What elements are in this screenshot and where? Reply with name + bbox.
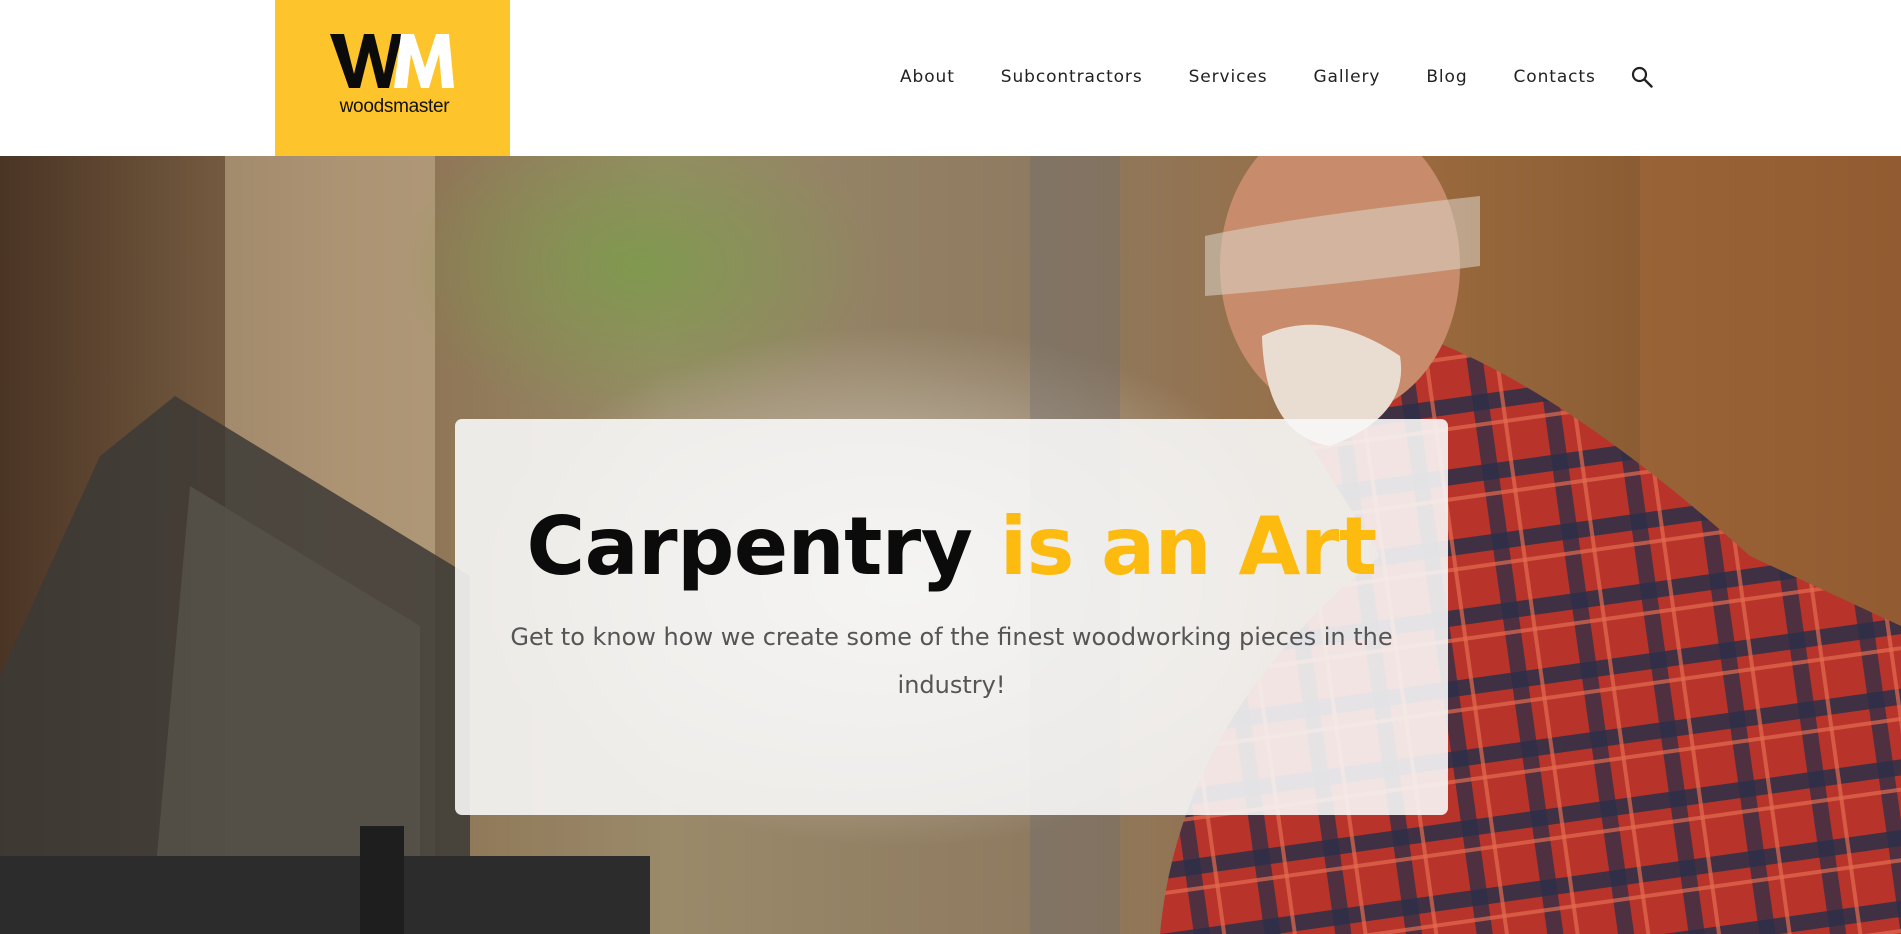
hero-title-main: Carpentry [526, 500, 973, 593]
site-header: woodsmaster About Subcontractors Service… [0, 0, 1901, 156]
nav-item-blog[interactable]: Blog [1426, 67, 1467, 87]
hero-title-accent: is an Art [999, 500, 1377, 593]
hero-card: Carpentry is an Art Get to know how we c… [455, 419, 1448, 815]
wm-monogram-icon [330, 34, 454, 88]
hero-title: Carpentry is an Art [455, 507, 1448, 587]
search-icon[interactable] [1630, 65, 1654, 89]
hero-subtitle: Get to know how we create some of the fi… [510, 623, 1393, 699]
logo-wordmark: woodsmaster [339, 96, 450, 117]
logo[interactable]: woodsmaster [275, 0, 510, 156]
nav-item-subcontractors[interactable]: Subcontractors [1001, 67, 1143, 87]
nav-item-about[interactable]: About [900, 67, 955, 87]
nav-item-services[interactable]: Services [1189, 67, 1268, 87]
nav-item-gallery[interactable]: Gallery [1313, 67, 1380, 87]
hero-section: Carpentry is an Art Get to know how we c… [0, 156, 1901, 934]
nav-item-contacts[interactable]: Contacts [1514, 67, 1596, 87]
main-navigation: About Subcontractors Services Gallery Bl… [900, 64, 1654, 90]
